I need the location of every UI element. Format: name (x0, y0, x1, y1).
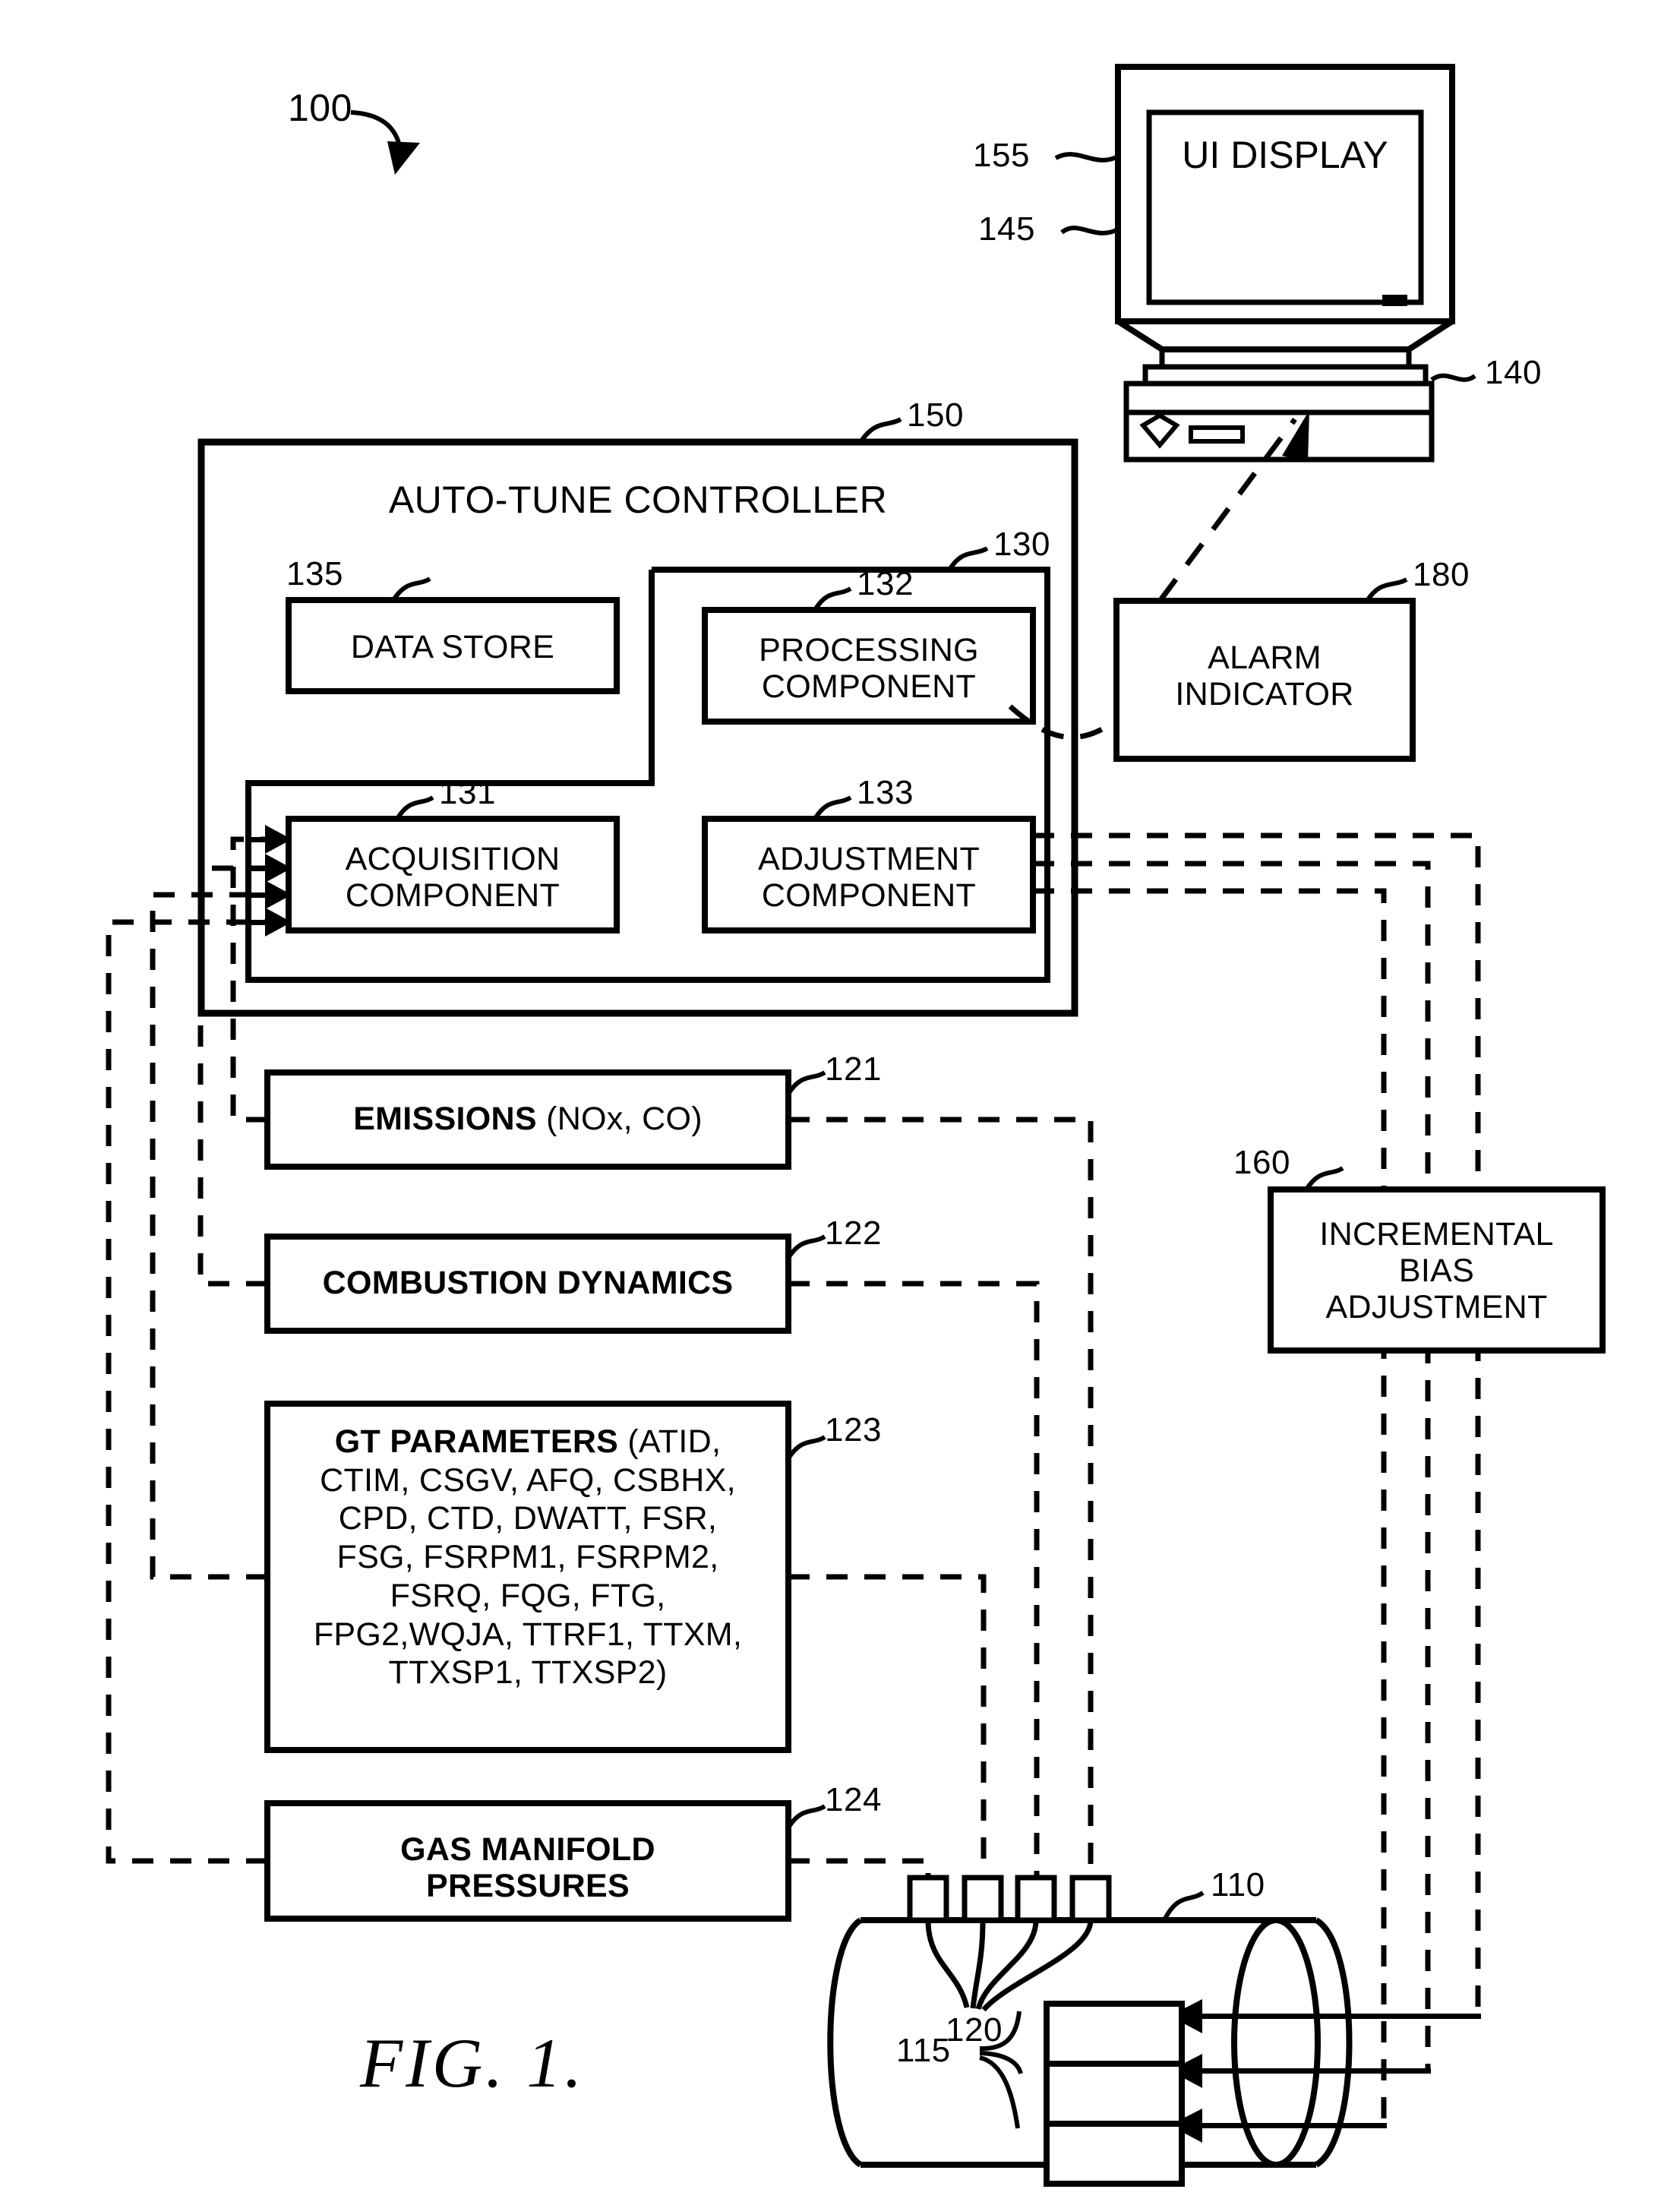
gt-parameters-label-bold: GT PARAMETERS (334, 1423, 619, 1460)
adjustment-ref-label: 133 (857, 774, 914, 811)
processing-label-line1: PROCESSING (759, 632, 979, 668)
bias-label-line1: INCREMENTAL (1319, 1216, 1554, 1253)
adjustment-label-line1: ADJUSTMENT (757, 841, 981, 877)
fuel-circuit-arrows (1170, 1999, 1481, 2143)
diagram-vector-layer (106, 64, 1606, 2187)
gas-manifold-ref-label: 124 (825, 1781, 882, 1818)
gt-parameters-label-rest: (ATID, (618, 1423, 722, 1460)
fuel-circuits-stack (1044, 2001, 1185, 2187)
monitor-ref-label: 145 (978, 210, 1035, 248)
gt-parameters-line-7: TTXSP1, TTXSP2) (388, 1654, 668, 1692)
controller-title: AUTO-TUNE CONTROLLER (388, 479, 888, 521)
inner-group-ref-label: 130 (993, 526, 1050, 563)
screen-ref-label: 155 (973, 137, 1030, 174)
bias-ref-label: 160 (1233, 1144, 1290, 1181)
sensor-taps (907, 1875, 1112, 1923)
processing-label-line2: COMPONENT (761, 668, 977, 706)
adjustment-label-line2: COMPONENT (761, 877, 977, 915)
controller-ref-label: 150 (907, 396, 964, 434)
combustion-ref-label: 122 (825, 1215, 882, 1252)
combustion-label-bold: COMBUSTION DYNAMICS (322, 1265, 734, 1301)
emissions-label-bold: EMISSIONS (353, 1101, 537, 1137)
alarm-ref-leader (1365, 577, 1408, 602)
acquisition-label-line1: ACQUISITION (345, 841, 561, 877)
gas-manifold-label-line2: PRESSURES (426, 1868, 630, 1905)
alarm-ref-label: 180 (1413, 556, 1470, 593)
gas-manifold-ref-leader (786, 1804, 826, 1829)
bias-label-line3: ADJUSTMENT (1325, 1289, 1548, 1326)
gt-parameters-line-3: CPD, CTD, DWATT, FSR, (338, 1500, 718, 1537)
gt-parameters-line-5: FSRQ, FQG, FTG, (390, 1577, 666, 1614)
sensors-ref-label: 120 (946, 2011, 1003, 2049)
adjustment-ref-leader (813, 795, 852, 820)
computer-ref-label: 140 (1485, 354, 1542, 391)
acquisition-label-line2: COMPONENT (345, 877, 561, 915)
monitor-ref-leader (1060, 226, 1119, 235)
gas-manifold-label-line1: GAS MANIFOLD (400, 1831, 655, 1868)
emissions-ref-label: 121 (825, 1050, 882, 1088)
gt-parameters-line-6: FPG2,WQJA, TTRF1, TTXM, (313, 1616, 743, 1653)
gt-parameters-line-4: FSG, FSRPM1, FSRPM2, (336, 1539, 719, 1576)
data-store-label: DATA STORE (350, 629, 555, 665)
sensor-probe-curves (925, 1919, 1094, 2012)
emissions-ref-leader (786, 1070, 826, 1095)
processing-ref-label: 132 (857, 565, 914, 602)
sensor-input-bus (106, 836, 279, 1864)
alarm-to-computer-link (1158, 410, 1309, 602)
system-ref-leader (350, 110, 420, 175)
figure-caption: FIG. 1. (360, 2024, 586, 2102)
bias-ref-leader (1304, 1166, 1344, 1191)
patent-figure-1: 100 UI DISPLAY 155 145 140 AUTO-TUNE CON… (0, 0, 1680, 2205)
fuel-circuits-ref-label: 115 (896, 2032, 951, 2069)
data-store-ref-leader (391, 577, 431, 602)
alarm-label-line1: ALARM (1208, 640, 1322, 676)
gt-parameters-ref-label: 123 (825, 1411, 882, 1448)
computer-ref-leader (1430, 373, 1476, 382)
acquisition-ref-leader (395, 795, 434, 820)
system-ref-label: 100 (288, 87, 352, 129)
bias-label-line2: BIAS (1398, 1253, 1475, 1290)
acquisition-input-arrows (251, 825, 292, 937)
gt-parameters-line-2: CTIM, CSGV, AFQ, CSBHX, (320, 1461, 736, 1499)
monitor-stand (1116, 318, 1454, 387)
data-store-ref-label: 135 (286, 555, 343, 592)
combustion-ref-leader (786, 1234, 826, 1259)
acquisition-ref-label: 131 (439, 774, 496, 811)
screen-ref-leader (1054, 152, 1119, 163)
turbine-ref-label: 110 (1211, 1866, 1265, 1903)
computer-tower (1123, 381, 1435, 463)
alarm-label-line2: INDICATOR (1175, 676, 1354, 713)
gt-parameters-ref-leader (786, 1435, 826, 1460)
monitor-bezel (1115, 64, 1455, 324)
processing-ref-leader (813, 586, 852, 611)
inner-group-ref-leader (947, 546, 989, 571)
emissions-label-rest: (NOx, CO) (536, 1101, 703, 1137)
turbine-ref-leader (1162, 1891, 1205, 1922)
ui-display-label: UI DISPLAY (1182, 134, 1388, 176)
